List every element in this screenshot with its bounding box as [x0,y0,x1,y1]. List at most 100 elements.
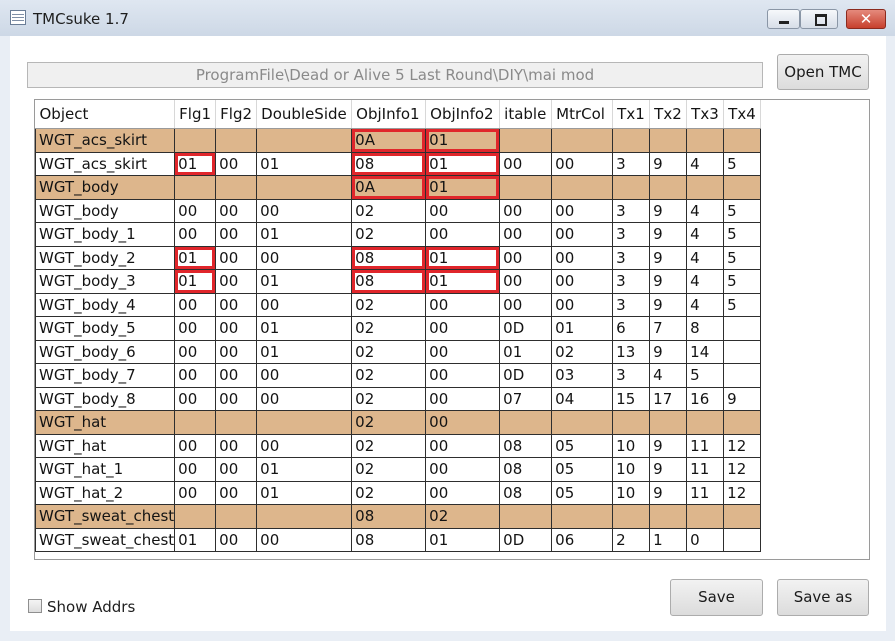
cell-tx1[interactable]: 10 [612,457,651,482]
cell-tx3[interactable] [686,175,725,200]
cell-itable[interactable]: 00 [499,245,553,270]
cell-tx4[interactable] [723,128,762,153]
cell-doubleside[interactable]: 01 [256,480,353,505]
cell-tx4[interactable]: 5 [723,292,762,317]
cell-itable[interactable]: 00 [499,151,553,176]
cell-mtrcol[interactable]: 00 [551,245,614,270]
cell-tx1[interactable]: 6 [612,316,651,341]
cell-objinfo1[interactable]: 0A [351,128,427,153]
cell-tx1[interactable] [612,410,651,435]
cell-flg2[interactable]: 00 [215,316,258,341]
cell-doubleside[interactable]: 01 [256,316,353,341]
column-header-itable[interactable]: itable [499,100,553,129]
cell-tx4[interactable]: 12 [723,480,762,505]
table-row[interactable]: WGT_body_3 01 00 01 08 01 00 00 3 9 4 5 [35,269,762,294]
table-row[interactable]: WGT_hat_2 00 00 01 02 00 08 05 10 9 11 12 [35,480,762,505]
cell-mtrcol[interactable]: 00 [551,151,614,176]
cell-tx3[interactable]: 11 [686,480,725,505]
cell-doubleside[interactable] [256,128,353,153]
cell-itable[interactable] [499,504,553,529]
cell-mtrcol[interactable] [551,410,614,435]
cell-tx1[interactable]: 3 [612,269,651,294]
column-header-tx4[interactable]: Tx4 [723,100,762,129]
cell-tx2[interactable]: 9 [649,480,688,505]
cell-mtrcol[interactable]: 05 [551,433,614,458]
cell-flg2[interactable] [215,128,258,153]
cell-object[interactable]: WGT_body [35,175,176,200]
cell-tx2[interactable]: 9 [649,151,688,176]
cell-objinfo2[interactable]: 01 [425,128,501,153]
cell-tx4[interactable] [723,363,762,388]
cell-object[interactable]: WGT_body_2 [35,245,176,270]
cell-tx3[interactable] [686,504,725,529]
cell-mtrcol[interactable]: 01 [551,316,614,341]
cell-tx2[interactable]: 1 [649,527,688,552]
maximize-button[interactable] [800,9,838,29]
cell-tx3[interactable]: 0 [686,527,725,552]
cell-tx4[interactable] [723,339,762,364]
table-row[interactable]: WGT_body_4 00 00 00 02 00 00 00 3 9 4 5 [35,292,762,317]
cell-tx2[interactable]: 9 [649,457,688,482]
cell-tx3[interactable]: 4 [686,245,725,270]
cell-tx2[interactable]: 9 [649,433,688,458]
save-button[interactable]: Save [670,579,763,616]
cell-doubleside[interactable]: 00 [256,363,353,388]
cell-tx4[interactable]: 9 [723,386,762,411]
cell-object[interactable]: WGT_body_8 [35,386,176,411]
save-as-button[interactable]: Save as [777,579,869,616]
cell-object[interactable]: WGT_hat_1 [35,457,176,482]
cell-tx3[interactable]: 4 [686,292,725,317]
cell-mtrcol[interactable] [551,128,614,153]
cell-object[interactable]: WGT_body_4 [35,292,176,317]
cell-flg2[interactable]: 00 [215,527,258,552]
cell-doubleside[interactable]: 01 [256,222,353,247]
cell-objinfo2[interactable]: 00 [425,433,501,458]
cell-tx3[interactable]: 16 [686,386,725,411]
cell-objinfo2[interactable]: 00 [425,339,501,364]
object-grid[interactable]: Object Flg1 Flg2 DoubleSide ObjInfo1 ObjInfo2… [34,99,870,560]
table-row[interactable]: WGT_hat_1 00 00 01 02 00 08 05 10 9 11 12 [35,457,762,482]
cell-tx1[interactable]: 3 [612,198,651,223]
cell-objinfo1[interactable]: 02 [351,457,427,482]
cell-flg1[interactable]: 00 [174,433,217,458]
table-row[interactable]: WGT_body_7 00 00 00 02 00 0D 03 3 4 5 [35,363,762,388]
cell-doubleside[interactable]: 00 [256,245,353,270]
cell-itable[interactable]: 00 [499,269,553,294]
cell-tx2[interactable]: 9 [649,222,688,247]
cell-object[interactable]: WGT_body [35,198,176,223]
cell-objinfo2[interactable]: 01 [425,175,501,200]
cell-tx1[interactable]: 10 [612,433,651,458]
group-row[interactable]: WGT_sweat_chest 08 02 [35,504,762,529]
cell-object[interactable]: WGT_body_7 [35,363,176,388]
cell-mtrcol[interactable]: 06 [551,527,614,552]
cell-tx4[interactable]: 12 [723,433,762,458]
cell-flg1[interactable]: 00 [174,222,217,247]
cell-itable[interactable]: 07 [499,386,553,411]
cell-objinfo2[interactable]: 00 [425,198,501,223]
cell-tx3[interactable]: 4 [686,222,725,247]
cell-flg1[interactable]: 00 [174,386,217,411]
cell-flg2[interactable]: 00 [215,480,258,505]
cell-object[interactable]: WGT_hat [35,410,176,435]
cell-itable[interactable]: 00 [499,198,553,223]
cell-tx3[interactable] [686,128,725,153]
table-row[interactable]: WGT_hat 00 00 00 02 00 08 05 10 9 11 12 [35,433,762,458]
cell-tx4[interactable]: 5 [723,151,762,176]
cell-mtrcol[interactable]: 03 [551,363,614,388]
cell-tx2[interactable]: 17 [649,386,688,411]
cell-flg2[interactable]: 00 [215,198,258,223]
cell-tx2[interactable] [649,504,688,529]
cell-tx2[interactable] [649,175,688,200]
cell-tx3[interactable]: 4 [686,151,725,176]
cell-doubleside[interactable]: 01 [256,457,353,482]
cell-tx2[interactable]: 9 [649,198,688,223]
column-header-doubleside[interactable]: DoubleSide [256,100,353,129]
cell-tx3[interactable]: 5 [686,363,725,388]
cell-objinfo2[interactable]: 01 [425,245,501,270]
cell-objinfo1[interactable]: 02 [351,222,427,247]
cell-objinfo1[interactable]: 08 [351,151,427,176]
cell-flg2[interactable]: 00 [215,457,258,482]
cell-object[interactable]: WGT_acs_skirt [35,128,176,153]
cell-tx4[interactable] [723,316,762,341]
cell-tx4[interactable]: 5 [723,245,762,270]
